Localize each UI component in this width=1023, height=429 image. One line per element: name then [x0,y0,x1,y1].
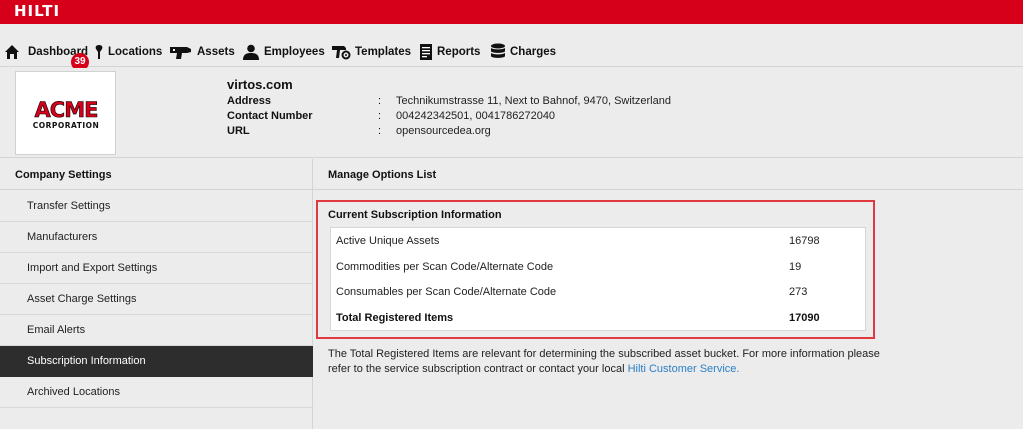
contact-number-label: Contact Number [227,110,313,122]
row-label: Total Registered Items [336,312,454,324]
separator: : [378,110,382,122]
sidebar-item-archived-locations[interactable]: Archived Locations [0,377,313,408]
sidebar-item-subscription-information[interactable]: Subscription Information [0,346,313,377]
company-header: ACME CORPORATION virtos.com Address : Te… [0,68,1023,158]
subscription-note: The Total Registered Items are relevant … [328,347,888,377]
company-logo-subtext: CORPORATION [32,121,100,130]
nav-charges[interactable]: Charges [490,42,556,62]
company-settings-sidebar: Company Settings Transfer Settings Manuf… [0,159,313,429]
customer-service-link[interactable]: Hilti Customer Service. [628,363,740,375]
sidebar-item-manufacturers[interactable]: Manufacturers [0,222,313,253]
company-logo-text: ACME [34,98,99,122]
template-gear-icon [332,46,351,60]
main-content: Manage Options List Current Subscription… [313,159,1023,429]
table-row: Consumables per Scan Code/Alternate Code… [331,279,865,305]
nav-locations[interactable]: Locations [94,42,162,62]
sidebar-item-transfer-settings[interactable]: Transfer Settings [0,191,313,222]
nav-charges-label: Charges [510,46,557,58]
separator: : [378,125,382,137]
row-value: 16798 [789,235,820,247]
row-label: Consumables per Scan Code/Alternate Code [336,286,557,298]
nav-templates[interactable]: Templates [331,42,411,62]
subscription-title: Current Subscription Information [328,209,502,221]
nav-reports-label: Reports [437,46,481,58]
url-value: opensourcedea.org [396,125,491,137]
main-title: Manage Options List [313,159,1023,190]
subscription-table: Active Unique Assets 16798 Commodities p… [330,227,866,331]
table-row: Active Unique Assets 16798 [331,228,865,254]
sidebar-item-asset-charge-settings[interactable]: Asset Charge Settings [0,284,313,315]
drill-icon [170,47,191,59]
nav-employees-label: Employees [264,46,325,58]
row-label: Active Unique Assets [336,235,440,247]
address-label: Address [227,95,272,107]
acme-logo-mark: ACME CORPORATION [26,98,106,130]
home-icon [5,45,19,59]
url-label: URL [227,125,250,137]
table-row: Commodities per Scan Code/Alternate Code… [331,254,865,280]
main-nav: Dashboard Locations Assets Employees Tem… [0,24,1023,71]
row-value: 273 [789,286,808,298]
report-document-icon [420,44,432,60]
nav-reports[interactable]: Reports [419,42,480,62]
location-pin-icon [95,45,103,59]
row-value: 17090 [789,312,820,324]
company-address-row: Address : Technikumstrasse 11, Next to B… [227,95,727,109]
company-contact-row: Contact Number : 004242342501, 004178627… [227,110,727,124]
top-brand-bar: HILTI [0,0,1023,24]
company-url-row: URL : opensourcedea.org [227,125,727,139]
separator: : [378,95,382,107]
contact-number-value: 004242342501, 0041786272040 [396,110,556,122]
nav-templates-label: Templates [355,46,412,58]
company-name: virtos.com [227,77,293,92]
row-value: 19 [789,261,802,273]
sidebar-title: Company Settings [0,159,313,190]
sidebar-item-import-export-settings[interactable]: Import and Export Settings [0,253,313,284]
company-logo: ACME CORPORATION [15,71,116,155]
person-icon [243,44,259,60]
hilti-logo[interactable]: HILTI [14,3,60,19]
sidebar-item-email-alerts[interactable]: Email Alerts [0,315,313,346]
subscription-panel: Current Subscription Information Active … [316,200,875,339]
database-stack-icon [491,43,505,58]
table-row-total: Total Registered Items 17090 [331,305,865,331]
note-text: The Total Registered Items are relevant … [328,348,880,375]
nav-locations-label: Locations [108,46,163,58]
nav-employees[interactable]: Employees [242,42,325,62]
address-value: Technikumstrasse 11, Next to Bahnof, 947… [396,95,671,107]
nav-assets[interactable]: Assets [169,42,235,62]
row-label: Commodities per Scan Code/Alternate Code [336,261,554,273]
nav-assets-label: Assets [197,46,235,58]
